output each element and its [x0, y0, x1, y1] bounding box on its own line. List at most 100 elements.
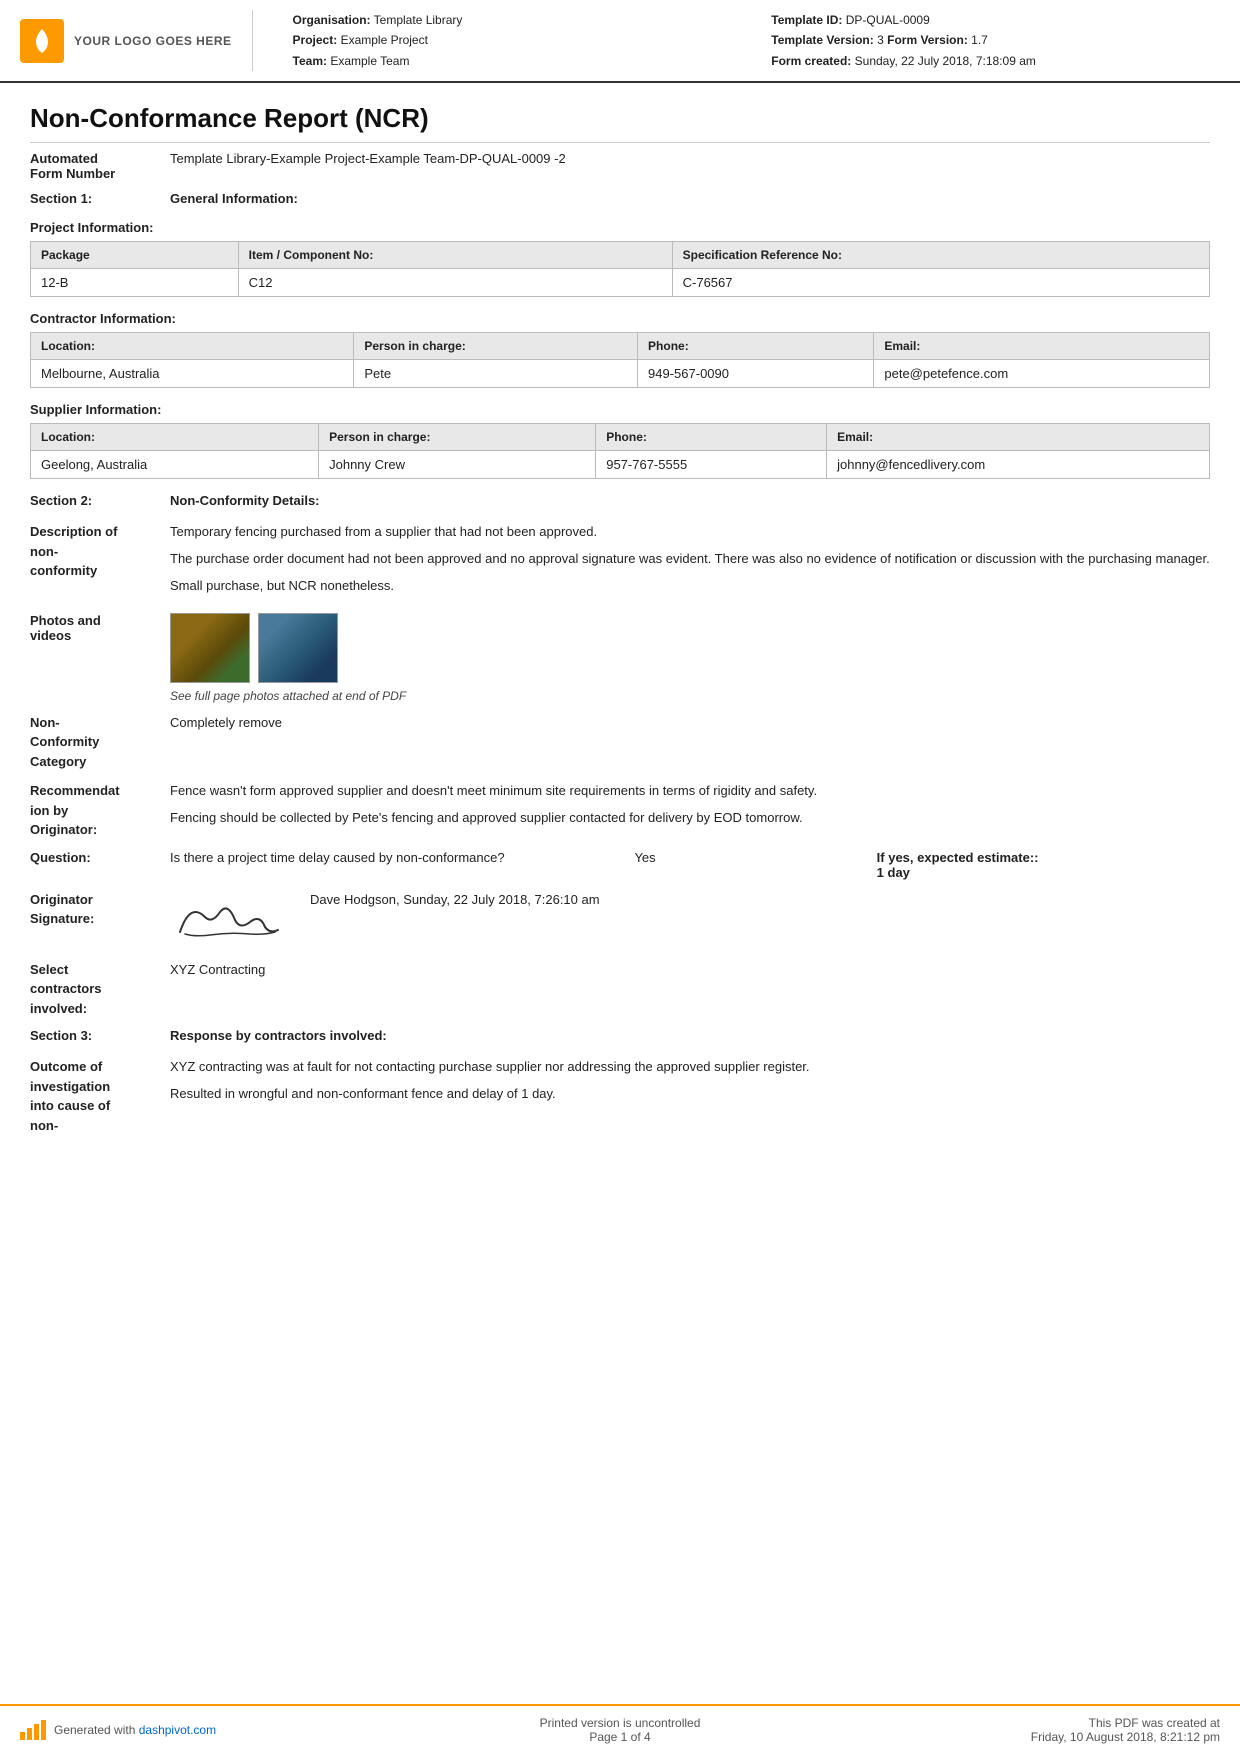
supplier-col-email: Email:	[827, 424, 1210, 451]
section2-label: Section 2:	[30, 493, 170, 508]
bar-3	[34, 1724, 39, 1740]
project-col-spec: Specification Reference No:	[672, 242, 1209, 269]
question-answer: Yes	[634, 850, 856, 865]
footer-page: Page 1 of 4	[589, 1730, 650, 1744]
project-spec: C-76567	[672, 269, 1209, 297]
recommendation-row: Recommendation byOriginator: Fence wasn'…	[30, 781, 1210, 840]
team-value: Example Team	[330, 54, 409, 68]
project-label: Project:	[293, 33, 338, 47]
supplier-email: johnny@fencedlivery.com	[827, 451, 1210, 479]
project-info-heading: Project Information:	[30, 220, 1210, 235]
section1-row: Section 1: General Information:	[30, 191, 1210, 206]
supplier-col-person: Person in charge:	[319, 424, 596, 451]
table-row: 12-B C12 C-76567	[31, 269, 1210, 297]
org-label: Organisation:	[293, 13, 371, 27]
photo-thumb-1	[170, 613, 250, 683]
generated-label: Generated with	[54, 1723, 139, 1737]
form-version-label: Form Version:	[887, 33, 968, 47]
section3-value: Response by contractors involved:	[170, 1028, 387, 1043]
footer-created-label: This PDF was created at	[1089, 1716, 1220, 1730]
table-row: Melbourne, Australia Pete 949-567-0090 p…	[31, 360, 1210, 388]
logo-area: YOUR LOGO GOES HERE	[20, 10, 253, 71]
header-meta: Organisation: Template Library Project: …	[273, 10, 1220, 71]
question-text: Is there a project time delay caused by …	[170, 850, 614, 865]
outcome-value: XYZ contracting was at fault for not con…	[170, 1057, 1210, 1135]
project-value: Example Project	[341, 33, 428, 47]
section3-row: Section 3: Response by contractors invol…	[30, 1028, 1210, 1043]
logo-text: YOUR LOGO GOES HERE	[74, 34, 232, 48]
dashpivot-link[interactable]: dashpivot.com	[139, 1723, 216, 1737]
outcome-row: Outcome ofinvestigationinto cause ofnon-…	[30, 1057, 1210, 1135]
contractor-info-table: Location: Person in charge: Phone: Email…	[30, 332, 1210, 388]
project-package: 12-B	[31, 269, 239, 297]
category-row: Non-ConformityCategory Completely remove	[30, 713, 1210, 772]
signature-signer: Dave Hodgson, Sunday, 22 July 2018, 7:26…	[310, 890, 600, 911]
estimate-label: If yes, expected estimate::	[877, 850, 1039, 865]
description-row: Description ofnon-conformity Temporary f…	[30, 522, 1210, 602]
recommendation-value: Fence wasn't form approved supplier and …	[170, 781, 1210, 840]
signature-label: OriginatorSignature:	[30, 890, 170, 950]
question-row: Question: Is there a project time delay …	[30, 850, 1210, 880]
contractor-phone: 949-567-0090	[638, 360, 874, 388]
footer-right: This PDF was created at Friday, 10 Augus…	[833, 1716, 1220, 1744]
photos-label: Photos andvideos	[30, 613, 170, 703]
outcome-p1: XYZ contracting was at fault for not con…	[170, 1057, 1210, 1078]
photo-thumb-2	[258, 613, 338, 683]
form-version-value: 1.7	[971, 33, 988, 47]
page-header: YOUR LOGO GOES HERE Organisation: Templa…	[0, 0, 1240, 83]
logo-icon	[20, 19, 64, 63]
description-value: Temporary fencing purchased from a suppl…	[170, 522, 1210, 602]
recommendation-p2: Fencing should be collected by Pete's fe…	[170, 808, 1210, 829]
form-created-label: Form created:	[771, 54, 851, 68]
recommendation-label: Recommendation byOriginator:	[30, 781, 170, 840]
form-number-value: Template Library-Example Project-Example…	[170, 151, 566, 181]
footer-bars-icon	[20, 1720, 46, 1740]
contractor-col-person: Person in charge:	[354, 333, 638, 360]
outcome-p2: Resulted in wrongful and non-conformant …	[170, 1084, 1210, 1105]
signature-area: Dave Hodgson, Sunday, 22 July 2018, 7:26…	[170, 890, 1210, 950]
contractor-email: pete@petefence.com	[874, 360, 1210, 388]
supplier-info-heading: Supplier Information:	[30, 402, 1210, 417]
question-estimate: If yes, expected estimate:: 1 day	[877, 850, 1210, 880]
org-value: Template Library	[374, 13, 463, 27]
footer-generated-text: Generated with dashpivot.com	[54, 1723, 216, 1737]
section1-label: Section 1:	[30, 191, 170, 206]
form-number-row: AutomatedForm Number Template Library-Ex…	[30, 151, 1210, 181]
photos-note: See full page photos attached at end of …	[170, 689, 1210, 703]
template-version-value: 3	[877, 33, 884, 47]
template-id-value: DP-QUAL-0009	[846, 13, 930, 27]
contractor-col-location: Location:	[31, 333, 354, 360]
recommendation-p1: Fence wasn't form approved supplier and …	[170, 781, 1210, 802]
supplier-info-table: Location: Person in charge: Phone: Email…	[30, 423, 1210, 479]
contractors-value: XYZ Contracting	[170, 960, 1210, 1019]
contractor-info-heading: Contractor Information:	[30, 311, 1210, 326]
contractor-col-email: Email:	[874, 333, 1210, 360]
section2-row: Section 2: Non-Conformity Details:	[30, 493, 1210, 508]
description-label: Description ofnon-conformity	[30, 522, 170, 602]
report-title: Non-Conformance Report (NCR)	[30, 103, 1210, 143]
description-p3: Small purchase, but NCR nonetheless.	[170, 576, 1210, 597]
supplier-col-location: Location:	[31, 424, 319, 451]
project-col-package: Package	[31, 242, 239, 269]
supplier-person: Johnny Crew	[319, 451, 596, 479]
bar-2	[27, 1728, 32, 1740]
main-content: Non-Conformance Report (NCR) AutomatedFo…	[0, 83, 1240, 1205]
photos-content: See full page photos attached at end of …	[170, 613, 1210, 703]
project-item: C12	[238, 269, 672, 297]
table-row: Geelong, Australia Johnny Crew 957-767-5…	[31, 451, 1210, 479]
signature-value: Dave Hodgson, Sunday, 22 July 2018, 7:26…	[170, 890, 1210, 950]
team-label: Team:	[293, 54, 327, 68]
description-p2: The purchase order document had not been…	[170, 549, 1210, 570]
signature-image	[170, 890, 290, 950]
category-label: Non-ConformityCategory	[30, 713, 170, 772]
photos-thumbs	[170, 613, 1210, 683]
supplier-location: Geelong, Australia	[31, 451, 319, 479]
page-footer: Generated with dashpivot.com Printed ver…	[0, 1704, 1240, 1754]
outcome-label: Outcome ofinvestigationinto cause ofnon-	[30, 1057, 170, 1135]
contractor-person: Pete	[354, 360, 638, 388]
contractors-label: Selectcontractorsinvolved:	[30, 960, 170, 1019]
section1-value: General Information:	[170, 191, 298, 206]
project-info-table: Package Item / Component No: Specificati…	[30, 241, 1210, 297]
bar-1	[20, 1732, 25, 1740]
description-p1: Temporary fencing purchased from a suppl…	[170, 522, 1210, 543]
